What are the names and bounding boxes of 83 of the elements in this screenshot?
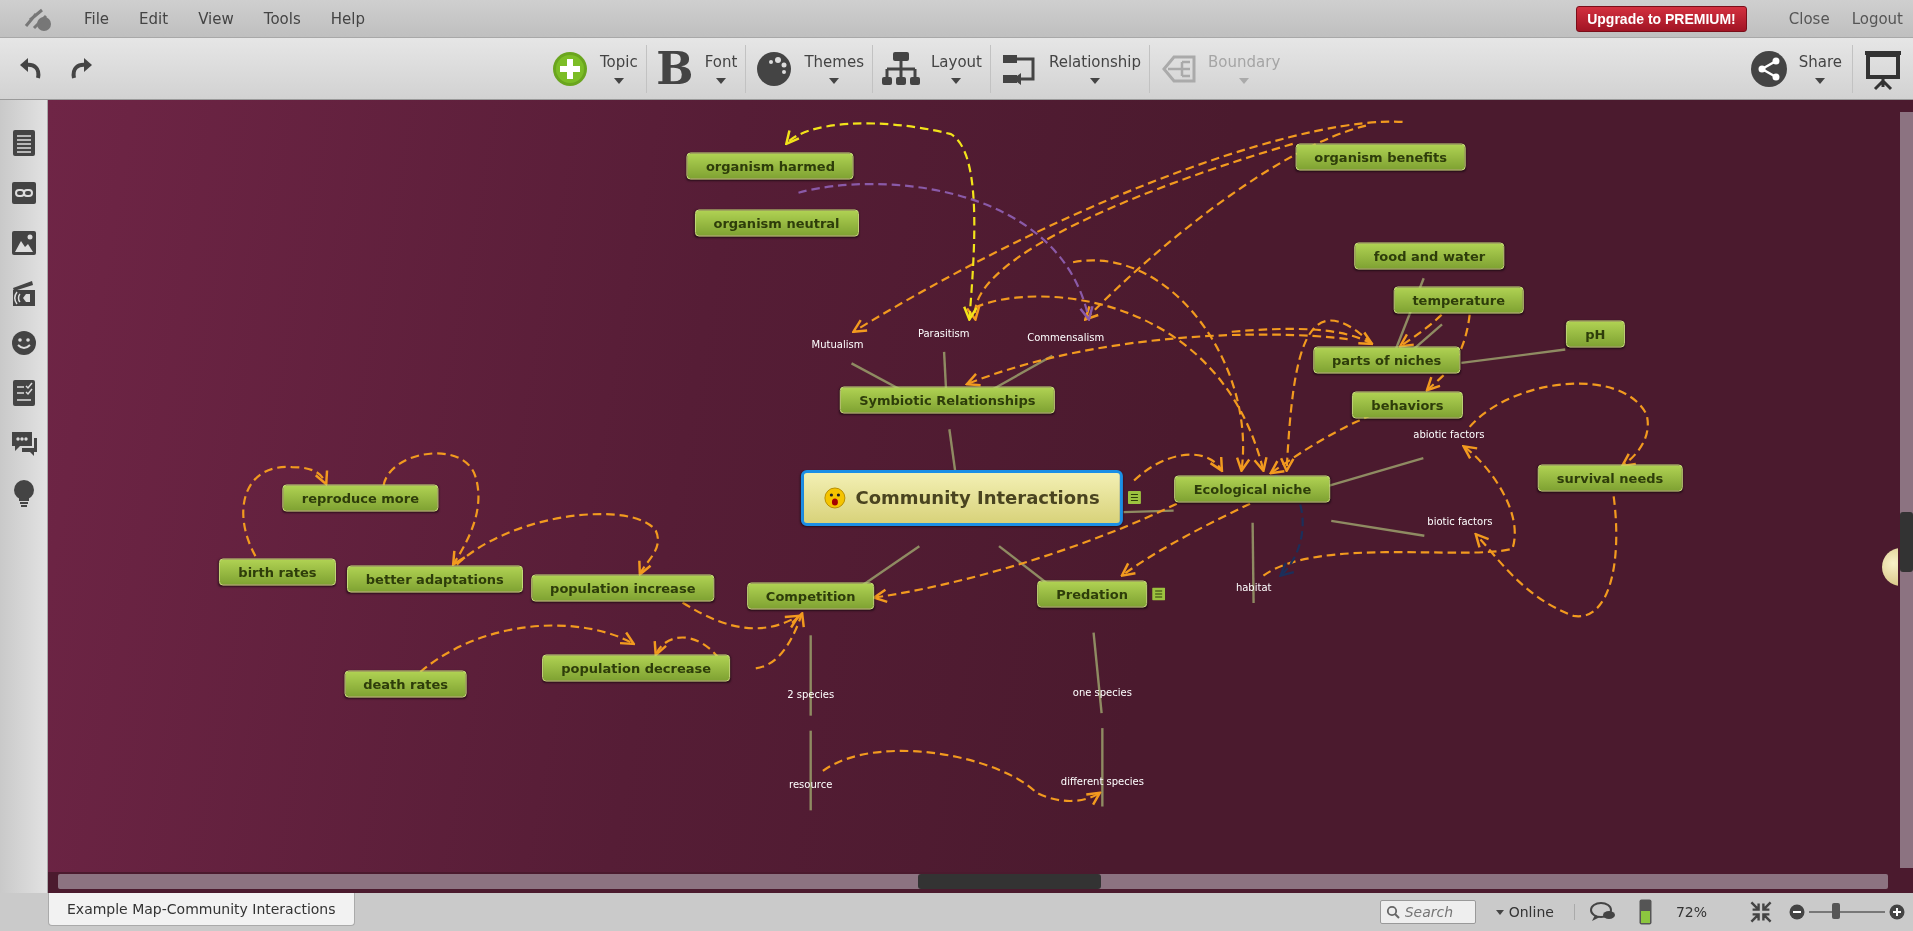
upgrade-button[interactable]: Upgrade to PREMIUM! bbox=[1576, 5, 1747, 32]
share-menu[interactable]: Share bbox=[1798, 53, 1842, 84]
topic-node[interactable]: organism harmed bbox=[686, 152, 854, 180]
toolbar-item[interactable]: Font bbox=[704, 53, 738, 84]
chat-icon[interactable] bbox=[1588, 900, 1617, 924]
zoom-slider-thumb[interactable] bbox=[1831, 903, 1840, 919]
topic-label[interactable]: abiotic factors bbox=[1411, 427, 1487, 441]
zoom-level: 72% bbox=[1675, 904, 1707, 920]
caret-icon bbox=[1239, 78, 1250, 84]
vertical-scrollbar[interactable] bbox=[1900, 112, 1913, 868]
bold-icon[interactable]: B bbox=[654, 48, 695, 89]
topic-node[interactable]: better adaptations bbox=[346, 565, 523, 593]
smiley-icon[interactable] bbox=[9, 328, 38, 358]
caret-icon bbox=[613, 78, 624, 84]
relationship-arrow[interactable] bbox=[968, 142, 1294, 321]
topic-node[interactable]: behaviors bbox=[1352, 391, 1463, 419]
search-icon bbox=[1385, 905, 1400, 919]
menu-link[interactable]: Close bbox=[1788, 9, 1830, 28]
topic-node[interactable]: Predation bbox=[1037, 580, 1147, 608]
status-label[interactable]: Online bbox=[1508, 904, 1554, 920]
share-icon[interactable] bbox=[1748, 48, 1789, 89]
scroll-thumb[interactable] bbox=[1900, 512, 1913, 572]
topic-label[interactable]: Commensalism bbox=[1025, 330, 1107, 344]
note-icon[interactable] bbox=[1127, 491, 1141, 505]
topic-label[interactable]: habitat bbox=[1233, 580, 1274, 594]
topic-node[interactable]: Symbiotic Relationships bbox=[840, 386, 1055, 414]
menu-link[interactable]: Logout bbox=[1851, 9, 1903, 28]
menu-item[interactable]: View bbox=[198, 9, 234, 28]
caret-icon bbox=[951, 78, 962, 84]
topic-node[interactable]: population increase bbox=[531, 574, 715, 602]
relationship-arrow[interactable] bbox=[755, 612, 805, 670]
topic-node[interactable]: survival needs bbox=[1537, 464, 1683, 492]
toolbar-item[interactable]: Themes bbox=[804, 53, 864, 84]
topic-label[interactable]: biotic factors bbox=[1425, 514, 1495, 528]
menu-item[interactable]: Edit bbox=[139, 9, 169, 28]
topic-label[interactable]: Parasitism bbox=[915, 326, 972, 340]
topic-node[interactable]: food and water bbox=[1354, 242, 1505, 270]
topic-node[interactable]: temperature bbox=[1393, 286, 1524, 314]
topic-label[interactable]: different species bbox=[1058, 774, 1146, 787]
topic-node[interactable]: Competition bbox=[746, 582, 875, 610]
caret-icon bbox=[716, 78, 727, 84]
toolbar-item[interactable]: Layout bbox=[930, 53, 982, 84]
topic-node[interactable]: pH bbox=[1566, 320, 1625, 348]
topic-node[interactable]: Ecological niche bbox=[1174, 475, 1331, 503]
toolbar-item: Boundary bbox=[1208, 53, 1281, 84]
zoom-out-icon[interactable] bbox=[1789, 904, 1805, 920]
relationship-arrow[interactable] bbox=[1133, 453, 1224, 482]
image-icon[interactable] bbox=[9, 228, 38, 258]
topic-node[interactable]: reproduce more bbox=[282, 484, 438, 512]
toolbar-item[interactable]: Topic bbox=[600, 53, 638, 84]
topic-node[interactable]: death rates bbox=[344, 670, 467, 698]
scroll-thumb[interactable] bbox=[918, 874, 1102, 889]
document-tab[interactable]: Example Map-Community Interactions bbox=[48, 893, 355, 926]
search-field[interactable]: Search bbox=[1379, 900, 1476, 924]
horizontal-scrollbar[interactable] bbox=[58, 874, 1888, 889]
topic-node[interactable]: organism neutral bbox=[694, 209, 859, 237]
caret-icon[interactable] bbox=[1495, 909, 1504, 915]
note-icon[interactable] bbox=[1152, 587, 1165, 601]
caret-icon bbox=[1815, 78, 1826, 84]
central-topic[interactable]: Community Interactions bbox=[800, 469, 1123, 526]
relationship-arrow[interactable] bbox=[1231, 327, 1374, 346]
topic-label[interactable]: resource bbox=[787, 777, 835, 791]
topic-label[interactable]: Mutualism bbox=[809, 337, 866, 351]
battery-icon bbox=[1638, 899, 1652, 925]
menu-item[interactable]: Help bbox=[330, 9, 365, 28]
menu-item[interactable]: Tools bbox=[263, 9, 301, 28]
topic-node[interactable]: organism benefits bbox=[1295, 143, 1466, 171]
topic-label[interactable]: 2 species bbox=[785, 687, 837, 701]
topic-label[interactable]: one species bbox=[1070, 685, 1134, 698]
relationship-arrow[interactable] bbox=[382, 452, 480, 566]
toolbar-item[interactable]: Relationship bbox=[1048, 53, 1142, 84]
topic-node[interactable]: population decrease bbox=[542, 654, 731, 682]
topic-node[interactable]: birth rates bbox=[219, 558, 336, 586]
connector-line bbox=[1123, 509, 1174, 514]
zoom-in-icon[interactable] bbox=[1889, 904, 1905, 920]
topic-node[interactable]: parts of niches bbox=[1313, 346, 1461, 374]
relationship-arrow[interactable] bbox=[1398, 313, 1443, 348]
caret-icon bbox=[829, 78, 840, 84]
menu-item[interactable]: File bbox=[84, 9, 110, 28]
caret-icon bbox=[1090, 78, 1100, 84]
relationship-arrow[interactable] bbox=[1120, 502, 1251, 577]
surprised-face-icon bbox=[823, 486, 846, 509]
relationship-arrow[interactable] bbox=[456, 513, 659, 576]
